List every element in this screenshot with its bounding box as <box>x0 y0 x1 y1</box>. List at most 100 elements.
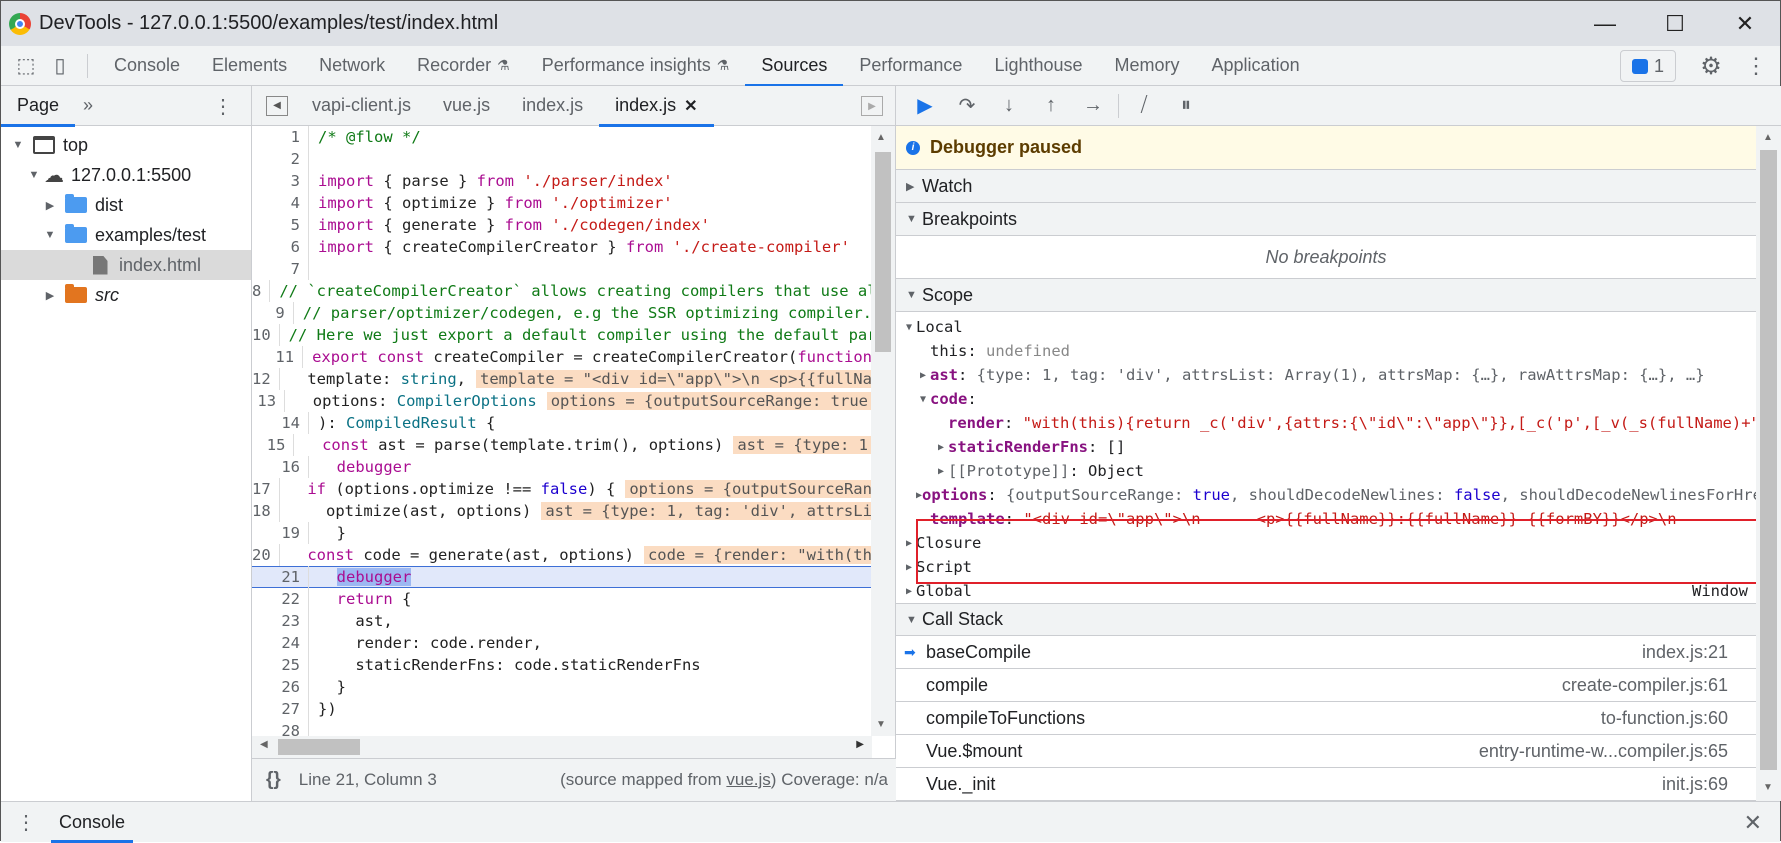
scrollbar-thumb[interactable] <box>1760 150 1777 770</box>
collapse-arrow-icon[interactable]: ▶ <box>43 289 57 302</box>
line-number[interactable]: 1 <box>252 126 309 148</box>
scroll-up-arrow-icon[interactable]: ▲ <box>876 132 886 143</box>
frame-location[interactable]: init.js:69 <box>1662 774 1728 795</box>
step-out-icon[interactable]: ↑ <box>1034 90 1068 122</box>
frame-location[interactable]: entry-runtime-w...compiler.js:65 <box>1479 741 1728 762</box>
line-number[interactable]: 14 <box>252 412 309 434</box>
line-number[interactable]: 2 <box>252 148 309 170</box>
frame-location[interactable]: create-compiler.js:61 <box>1562 675 1728 696</box>
tree-node-dist[interactable]: ▶ dist <box>1 190 251 220</box>
minimize-button[interactable]: — <box>1570 1 1640 46</box>
line-number[interactable]: 26 <box>252 676 309 698</box>
close-window-button[interactable]: ✕ <box>1710 1 1780 46</box>
scope-var-static-render-fns[interactable]: ▶ staticRenderFns: [] <box>896 435 1756 459</box>
tree-node-top[interactable]: ▼ top <box>1 130 251 160</box>
frame-location[interactable]: index.js:21 <box>1642 642 1728 663</box>
line-number[interactable]: 24 <box>252 632 309 654</box>
line-number[interactable]: 16 <box>252 456 309 478</box>
line-number[interactable]: 27 <box>252 698 309 720</box>
line-number[interactable]: 25 <box>252 654 309 676</box>
tree-node-host[interactable]: ▼ ☁ 127.0.0.1:5500 <box>1 160 251 190</box>
frame-location[interactable]: to-function.js:60 <box>1601 708 1728 729</box>
step-into-icon[interactable]: ↓ <box>992 90 1026 122</box>
step-icon[interactable]: → <box>1076 90 1110 122</box>
tab-sources[interactable]: Sources <box>745 46 844 87</box>
drawer-menu-icon[interactable]: ⋮ <box>1 810 51 835</box>
expand-arrow-icon[interactable]: ▼ <box>11 139 25 151</box>
scope-var-ast[interactable]: ▶ ast: {type: 1, tag: 'div', attrsList: A… <box>896 363 1756 387</box>
inline-value[interactable]: code = {render: "with(this) <box>643 546 872 564</box>
close-tab-icon[interactable]: ✕ <box>684 96 697 116</box>
expand-arrow-icon[interactable]: ▼ <box>27 169 41 181</box>
line-number[interactable]: 21 <box>252 566 309 588</box>
tab-elements[interactable]: Elements <box>196 46 303 86</box>
tab-console[interactable]: Console <box>98 46 196 86</box>
line-number[interactable]: 15 <box>252 434 295 456</box>
scroll-up-arrow-icon[interactable]: ▲ <box>1763 132 1773 143</box>
call-frame[interactable]: Vue.$mount entry-runtime-w...compiler.js:… <box>896 735 1756 768</box>
navigator-tab-page[interactable]: Page <box>1 86 76 127</box>
tab-performance[interactable]: Performance <box>843 46 978 86</box>
tab-recorder[interactable]: Recorder ⚗ <box>401 46 526 86</box>
device-toolbar-icon[interactable]: ▯ <box>43 46 77 86</box>
inline-value[interactable]: template = "<div id=\"app\">\n <p>{{full… <box>476 370 872 388</box>
debugger-vertical-scrollbar[interactable]: ▲ ▼ <box>1756 126 1781 801</box>
line-number[interactable]: 22 <box>252 588 309 610</box>
editor-tab[interactable]: vue.js <box>427 86 506 126</box>
tree-node-src[interactable]: ▶ src <box>1 280 251 310</box>
line-number[interactable]: 3 <box>252 170 309 192</box>
scrollbar-thumb[interactable] <box>875 152 891 352</box>
close-drawer-icon[interactable]: ✕ <box>1744 802 1762 843</box>
resume-icon[interactable]: ▶ <box>908 90 942 122</box>
toggle-navigator-icon[interactable]: ◀ <box>266 95 288 116</box>
line-number[interactable]: 11 <box>252 346 304 368</box>
scrollbar-thumb[interactable] <box>278 739 360 755</box>
line-number[interactable]: 4 <box>252 192 309 214</box>
scroll-left-arrow-icon[interactable]: ◀ <box>260 739 268 750</box>
call-frame[interactable]: Vue._init init.js:69 <box>896 768 1756 801</box>
tree-node-examples-test[interactable]: ▼ examples/test <box>1 220 251 250</box>
tab-memory[interactable]: Memory <box>1099 46 1196 86</box>
line-number[interactable]: 23 <box>252 610 309 632</box>
drawer-tab-console[interactable]: Console <box>51 802 134 843</box>
source-map-link[interactable]: vue.js <box>726 770 770 789</box>
tab-lighthouse[interactable]: Lighthouse <box>978 46 1098 86</box>
tab-performance-insights[interactable]: Performance insights ⚗ <box>526 46 746 86</box>
scope-var-code[interactable]: ▼ code: <box>896 387 1756 411</box>
pretty-print-icon[interactable]: {} <box>266 769 281 791</box>
inline-value[interactable]: options = {outputSourceRange: true <box>546 392 872 410</box>
more-options-icon[interactable]: ⋮ <box>1745 46 1767 86</box>
deactivate-breakpoints-icon[interactable]: ⧸ <box>1127 90 1161 122</box>
section-call-stack[interactable]: ▼ Call Stack <box>896 603 1756 636</box>
maximize-button[interactable]: ☐ <box>1640 1 1710 46</box>
more-tabs-chevron-icon[interactable]: » <box>83 95 93 116</box>
line-number[interactable]: 18 <box>252 500 280 522</box>
line-number[interactable]: 28 <box>252 720 309 736</box>
scope-closure[interactable]: ▶ Closure <box>896 531 1756 555</box>
section-watch[interactable]: ▶ Watch <box>896 170 1756 203</box>
step-over-icon[interactable]: ↷ <box>950 90 984 122</box>
navigator-menu-icon[interactable]: ⋮ <box>213 86 233 126</box>
call-frame[interactable]: compileToFunctions to-function.js:60 <box>896 702 1756 735</box>
toggle-debugger-icon[interactable]: ▶ <box>861 96 883 116</box>
tab-application[interactable]: Application <box>1196 46 1316 86</box>
expand-arrow-icon[interactable]: ▼ <box>43 229 57 241</box>
tree-node-index-html[interactable]: index.html <box>1 250 251 280</box>
section-breakpoints[interactable]: ▼ Breakpoints <box>896 203 1756 236</box>
inline-value[interactable]: ast = {type: 1, tag: 'div', attrsList <box>541 502 872 520</box>
line-number[interactable]: 19 <box>252 522 309 544</box>
line-number[interactable]: 20 <box>252 544 280 566</box>
inspect-element-icon[interactable]: ⬚ <box>9 46 43 86</box>
tab-network[interactable]: Network <box>303 46 401 86</box>
scroll-down-arrow-icon[interactable]: ▼ <box>876 719 886 730</box>
scope-var-options[interactable]: ▶ options: {outputSourceRange: true, shou… <box>896 483 1756 507</box>
code-view[interactable]: 1/* @flow */ 2 3 import { parse } from '.… <box>252 126 872 736</box>
collapse-arrow-icon[interactable]: ▶ <box>43 199 57 212</box>
scope-var-this[interactable]: this: undefined <box>896 339 1756 363</box>
line-number[interactable]: 7 <box>252 258 309 280</box>
settings-gear-icon[interactable]: ⚙ <box>1694 46 1728 86</box>
pause-on-exceptions-icon[interactable]: ⏸ <box>1169 90 1203 122</box>
inline-value[interactable]: options = {outputSourceRange <box>625 480 872 498</box>
editor-tab[interactable]: index.js <box>506 86 599 126</box>
section-scope[interactable]: ▼ Scope <box>896 279 1756 312</box>
